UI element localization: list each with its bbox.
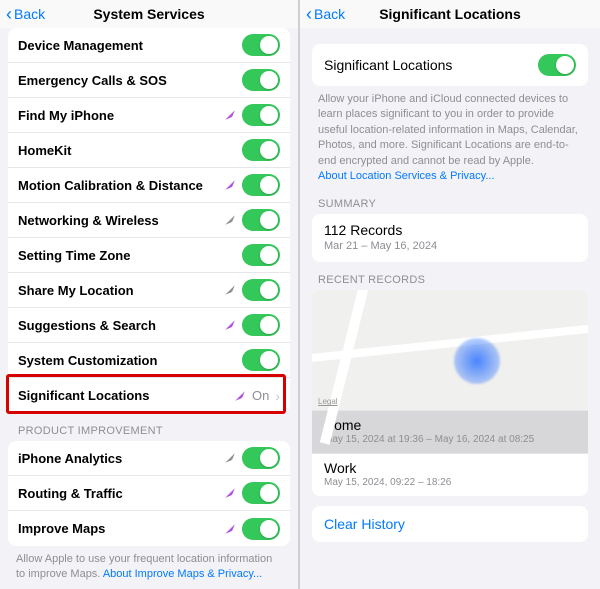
row-label: Suggestions & Search bbox=[18, 318, 224, 333]
toggle-find-my-iphone[interactable] bbox=[242, 104, 280, 126]
section-header-summary: SUMMARY bbox=[300, 186, 600, 214]
toggle-motion-calibration[interactable] bbox=[242, 174, 280, 196]
footer-link[interactable]: About Improve Maps & Privacy... bbox=[103, 568, 262, 580]
toggle-improve-maps[interactable] bbox=[242, 518, 280, 540]
desc-link[interactable]: About Location Services & Privacy... bbox=[318, 170, 495, 182]
row-label: Emergency Calls & SOS bbox=[18, 73, 242, 88]
map-preview[interactable]: Legal bbox=[312, 290, 588, 410]
location-arrow-icon bbox=[224, 452, 236, 464]
row-system-customization: System Customization bbox=[8, 343, 290, 378]
toggle-share-my-location[interactable] bbox=[242, 279, 280, 301]
desc-text: Allow your iPhone and iCloud connected d… bbox=[318, 93, 578, 167]
row-routing-traffic: Routing & Traffic bbox=[8, 476, 290, 511]
row-significant-locations[interactable]: Significant Locations On › bbox=[8, 378, 290, 413]
section-header-product-improvement: PRODUCT IMPROVEMENT bbox=[0, 413, 298, 441]
row-label: System Customization bbox=[18, 353, 242, 368]
location-arrow-icon bbox=[224, 523, 236, 535]
services-list: Device Management Emergency Calls & SOS Fi… bbox=[8, 28, 290, 413]
back-button[interactable]: ‹ Back bbox=[0, 5, 45, 23]
navbar-right: ‹ Back Significant Locations bbox=[300, 0, 600, 28]
location-arrow-icon bbox=[224, 284, 236, 296]
chevron-right-icon: › bbox=[275, 388, 280, 404]
row-find-my-iphone: Find My iPhone bbox=[8, 98, 290, 133]
row-label: iPhone Analytics bbox=[18, 451, 224, 466]
toggle-routing-traffic[interactable] bbox=[242, 482, 280, 504]
summary-title: 112 Records bbox=[324, 222, 576, 238]
row-setting-time-zone: Setting Time Zone bbox=[8, 238, 290, 273]
summary-block[interactable]: 112 Records Mar 21 – May 16, 2024 bbox=[312, 214, 588, 262]
summary-sub: Mar 21 – May 16, 2024 bbox=[324, 240, 576, 252]
row-label: Improve Maps bbox=[18, 521, 224, 536]
sig-loc-description: Allow your iPhone and iCloud connected d… bbox=[300, 86, 600, 186]
navbar-left: ‹ Back System Services bbox=[0, 0, 298, 28]
row-iphone-analytics: iPhone Analytics bbox=[8, 441, 290, 476]
back-label: Back bbox=[314, 6, 345, 22]
row-label: Routing & Traffic bbox=[18, 486, 224, 501]
record-sub: May 15, 2024 at 19:36 – May 16, 2024 at … bbox=[324, 434, 576, 445]
row-networking-wireless: Networking & Wireless bbox=[8, 203, 290, 238]
location-dot-icon bbox=[454, 338, 500, 384]
system-services-pane: ‹ Back System Services Device Management… bbox=[0, 0, 300, 589]
sig-loc-label: Significant Locations bbox=[324, 57, 538, 73]
clear-history-button[interactable]: Clear History bbox=[312, 506, 588, 542]
toggle-suggestions-search[interactable] bbox=[242, 314, 280, 336]
record-title: Work bbox=[324, 460, 576, 476]
toggle-iphone-analytics[interactable] bbox=[242, 447, 280, 469]
toggle-setting-time-zone[interactable] bbox=[242, 244, 280, 266]
location-arrow-icon bbox=[224, 179, 236, 191]
row-label: Networking & Wireless bbox=[18, 213, 224, 228]
row-label: Share My Location bbox=[18, 283, 224, 298]
location-arrow-icon bbox=[224, 214, 236, 226]
record-sub: May 15, 2024, 09:22 – 18:26 bbox=[324, 477, 576, 488]
toggle-networking-wireless[interactable] bbox=[242, 209, 280, 231]
location-arrow-icon bbox=[234, 390, 246, 402]
back-label: Back bbox=[14, 6, 45, 22]
row-emergency-sos: Emergency Calls & SOS bbox=[8, 63, 290, 98]
row-homekit: HomeKit bbox=[8, 133, 290, 168]
section-header-recent: RECENT RECORDS bbox=[300, 262, 600, 290]
row-share-my-location: Share My Location bbox=[8, 273, 290, 308]
row-label: Significant Locations bbox=[18, 388, 234, 403]
row-label: Motion Calibration & Distance bbox=[18, 178, 224, 193]
toggle-homekit[interactable] bbox=[242, 139, 280, 161]
clear-history-block: Clear History bbox=[312, 506, 588, 542]
back-button[interactable]: ‹ Back bbox=[300, 5, 345, 23]
toggle-system-customization[interactable] bbox=[242, 349, 280, 371]
footer-note: Allow Apple to use your frequent locatio… bbox=[0, 546, 298, 582]
row-improve-maps: Improve Maps bbox=[8, 511, 290, 546]
toggle-device-management[interactable] bbox=[242, 34, 280, 56]
recent-records-block: Legal HomeMay 15, 2024 at 19:36 – May 16… bbox=[312, 290, 588, 496]
significant-locations-pane: ‹ Back Significant Locations Significant… bbox=[300, 0, 600, 589]
sig-loc-toggle-block: Significant Locations bbox=[312, 44, 588, 86]
record-home[interactable]: HomeMay 15, 2024 at 19:36 – May 16, 2024… bbox=[312, 410, 588, 453]
row-suggestions-search: Suggestions & Search bbox=[8, 308, 290, 343]
chevron-left-icon: ‹ bbox=[6, 5, 12, 23]
record-title: Home bbox=[324, 417, 576, 433]
row-value: On bbox=[252, 388, 269, 403]
sig-loc-toggle[interactable] bbox=[538, 54, 576, 76]
row-label: Setting Time Zone bbox=[18, 248, 242, 263]
product-improvement-list: iPhone Analytics Routing & Traffic Improve… bbox=[8, 441, 290, 546]
location-arrow-icon bbox=[224, 487, 236, 499]
sig-loc-toggle-row: Significant Locations bbox=[312, 44, 588, 86]
location-arrow-icon bbox=[224, 109, 236, 121]
toggle-emergency-sos[interactable] bbox=[242, 69, 280, 91]
row-motion-calibration: Motion Calibration & Distance bbox=[8, 168, 290, 203]
record-work[interactable]: WorkMay 15, 2024, 09:22 – 18:26 bbox=[312, 453, 588, 496]
chevron-left-icon: ‹ bbox=[306, 5, 312, 23]
location-arrow-icon bbox=[224, 319, 236, 331]
map-legal[interactable]: Legal bbox=[318, 397, 338, 406]
row-label: HomeKit bbox=[18, 143, 242, 158]
row-device-management: Device Management bbox=[8, 28, 290, 63]
row-label: Find My iPhone bbox=[18, 108, 224, 123]
row-label: Device Management bbox=[18, 38, 242, 53]
